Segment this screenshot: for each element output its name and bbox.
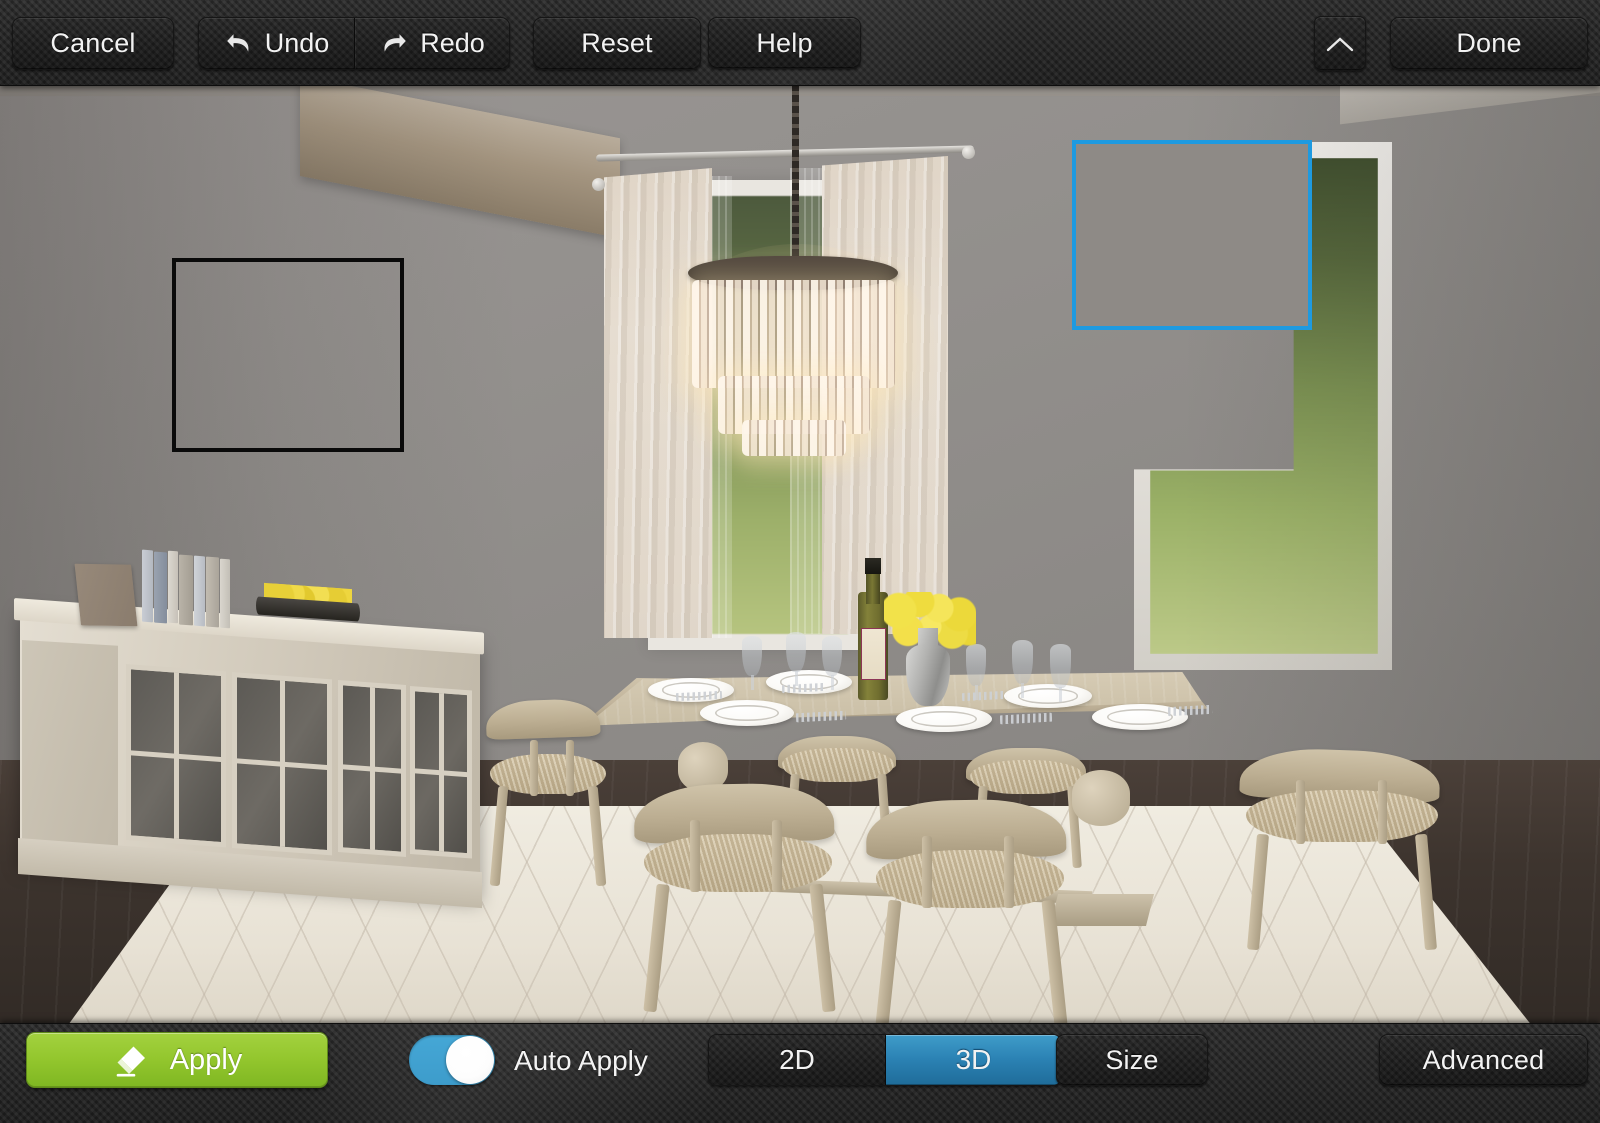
chair-seat-near-right [876, 850, 1064, 908]
eraser-icon [116, 1046, 145, 1077]
collapse-toolbar-button[interactable] [1314, 16, 1366, 71]
book-stack-item [168, 550, 178, 624]
chair-spindle [530, 740, 538, 796]
curtain-panel-left[interactable] [604, 168, 712, 638]
chair-spindle [772, 820, 782, 892]
book-stack-item [142, 549, 153, 623]
curtain-rod-finial-right [962, 146, 975, 159]
app-root: Cancel Undo Redo Reset Help Done Apply A… [0, 0, 1600, 1123]
wine-bottle-cap [865, 558, 881, 574]
book-leaning[interactable] [74, 563, 138, 627]
cancel-button[interactable]: Cancel [12, 17, 174, 70]
redo-label: Redo [420, 28, 485, 58]
wine-glass[interactable] [822, 636, 842, 690]
flower-vase[interactable] [906, 644, 950, 706]
apply-button[interactable]: Apply [26, 1032, 328, 1088]
auto-apply-label: Auto Apply [514, 1045, 648, 1076]
tab-2d[interactable]: 2D [709, 1035, 885, 1085]
chandelier-chain [792, 84, 799, 256]
chair-spindle [690, 820, 700, 892]
help-button[interactable]: Help [708, 17, 861, 69]
cancel-label: Cancel [50, 28, 136, 58]
wine-bottle-label [861, 628, 886, 680]
book-stack-item [220, 558, 230, 629]
tab-3d-label: 3D [955, 1044, 992, 1075]
reset-label: Reset [581, 28, 653, 58]
toggle-knob [446, 1036, 494, 1084]
curtain-rod-finial-left [592, 178, 605, 191]
chair-spindle [1004, 836, 1014, 908]
wine-glass[interactable] [1012, 640, 1033, 698]
top-toolbar: Cancel Undo Redo Reset Help Done [0, 0, 1600, 86]
done-label: Done [1456, 28, 1522, 58]
chair-seat-right [1246, 790, 1438, 842]
view-mode-segmented-control: 2D 3D [708, 1034, 1062, 1086]
table-leg-turning-right [1072, 770, 1130, 826]
auto-apply-toggle[interactable] [409, 1035, 495, 1085]
dinner-plate[interactable] [1004, 684, 1092, 708]
chandelier-crystal-tier-1[interactable] [692, 280, 895, 388]
book-stack-item [179, 554, 193, 626]
help-label: Help [756, 27, 813, 58]
sideboard-side-panel [22, 640, 118, 858]
advanced-label: Advanced [1422, 1044, 1545, 1075]
redo-button[interactable]: Redo [354, 18, 509, 69]
sideboard-glass-door-3[interactable] [338, 680, 406, 857]
chair-spindle [1378, 780, 1387, 844]
size-label: Size [1105, 1044, 1159, 1075]
size-button[interactable]: Size [1056, 1034, 1208, 1086]
wine-glass[interactable] [786, 632, 806, 686]
tab-3d[interactable]: 3D [885, 1035, 1061, 1085]
sideboard-glass-door-4[interactable] [410, 686, 472, 859]
done-button[interactable]: Done [1390, 17, 1588, 70]
sideboard-glass-door-2[interactable] [232, 672, 332, 856]
apply-label: Apply [169, 1043, 243, 1076]
book-stack-item [206, 556, 219, 628]
wall-selection-right[interactable] [1072, 140, 1312, 330]
chair-spindle [1296, 780, 1305, 844]
wine-glass[interactable] [742, 636, 762, 690]
dinner-plate[interactable] [700, 700, 794, 726]
chair-seat-near-left [644, 834, 832, 892]
redo-icon [384, 33, 407, 52]
undo-icon [226, 33, 249, 52]
design-canvas[interactable] [0, 0, 1600, 1123]
reset-button[interactable]: Reset [533, 17, 701, 70]
sideboard-glass-door-1[interactable] [126, 664, 226, 848]
chevron-up-icon [1326, 36, 1354, 51]
undo-redo-group: Undo Redo [198, 17, 510, 70]
chair-spindle [922, 836, 932, 908]
chandelier-crystal-tier-3[interactable] [742, 420, 846, 456]
tab-2d-label: 2D [779, 1044, 815, 1075]
undo-button[interactable]: Undo [199, 18, 354, 69]
chair-spindle [566, 740, 574, 796]
wall-selection-left[interactable] [172, 258, 404, 452]
advanced-button[interactable]: Advanced [1379, 1034, 1588, 1086]
book-stack-item [154, 551, 167, 624]
table-foot-right [1050, 894, 1154, 926]
undo-label: Undo [264, 28, 330, 58]
wine-glass[interactable] [1050, 644, 1071, 702]
dinner-plate[interactable] [896, 706, 992, 732]
book-stack-item [194, 555, 205, 627]
